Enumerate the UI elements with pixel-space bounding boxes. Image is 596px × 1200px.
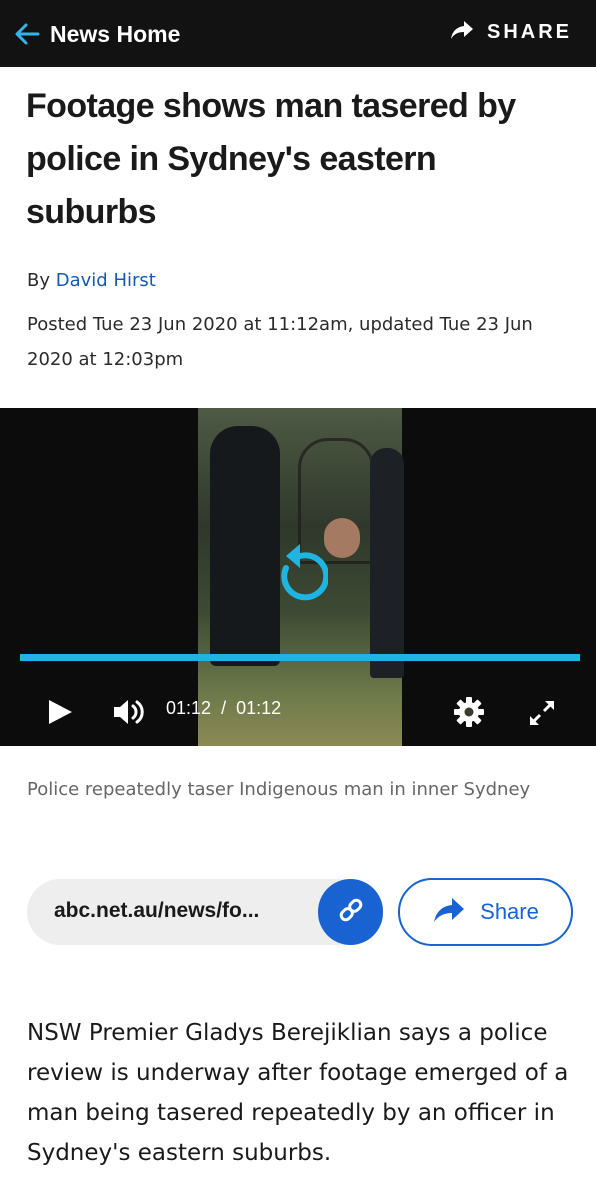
- article-headline: Footage shows man tasered by police in S…: [26, 87, 516, 231]
- article-body-paragraph: NSW Premier Gladys Berejiklian says a po…: [27, 1020, 569, 1166]
- share-header-label: SHARE: [486, 20, 572, 43]
- video-time-display: 01:12 / 01:12: [166, 698, 281, 719]
- share-header-button[interactable]: SHARE: [449, 14, 572, 50]
- article-url-field[interactable]: abc.net.au/news/fo...: [27, 879, 383, 945]
- byline-prefix: By: [27, 270, 51, 291]
- replay-icon[interactable]: [272, 540, 330, 606]
- video-scene-officer-right: [370, 448, 404, 678]
- video-scene-officer: [210, 426, 280, 666]
- link-icon: [338, 897, 364, 927]
- news-home-back-link[interactable]: News Home: [14, 14, 180, 54]
- top-navigation-bar: News Home SHARE: [0, 0, 596, 67]
- volume-icon[interactable]: [112, 698, 148, 730]
- video-progress-bar[interactable]: [20, 654, 580, 661]
- article-url-text: abc.net.au/news/fo...: [54, 899, 260, 922]
- byline: By David Hirst: [27, 270, 156, 291]
- back-arrow-icon: [14, 22, 40, 46]
- video-progress-fill: [20, 654, 580, 661]
- play-icon[interactable]: [46, 698, 74, 730]
- share-button[interactable]: Share: [398, 878, 573, 946]
- copy-link-button[interactable]: [318, 879, 383, 945]
- author-link[interactable]: David Hirst: [56, 270, 156, 291]
- gear-icon[interactable]: [453, 696, 485, 732]
- video-time-separator: /: [221, 698, 227, 718]
- share-button-label: Share: [480, 899, 539, 924]
- posted-timestamp: Posted Tue 23 Jun 2020 at 11:12am, updat…: [27, 314, 533, 370]
- video-scene-person: [324, 518, 360, 558]
- video-caption: Police repeatedly taser Indigenous man i…: [27, 779, 531, 800]
- video-duration: 01:12: [236, 698, 282, 718]
- fullscreen-icon[interactable]: [527, 698, 557, 732]
- video-controls: 01:12 / 01:12: [0, 686, 596, 736]
- share-arrow-icon: [449, 19, 475, 45]
- video-player[interactable]: 01:12 / 01:12: [0, 408, 596, 746]
- video-current-time: 01:12: [166, 698, 212, 718]
- news-home-label: News Home: [50, 20, 181, 47]
- share-arrow-icon: [432, 896, 466, 928]
